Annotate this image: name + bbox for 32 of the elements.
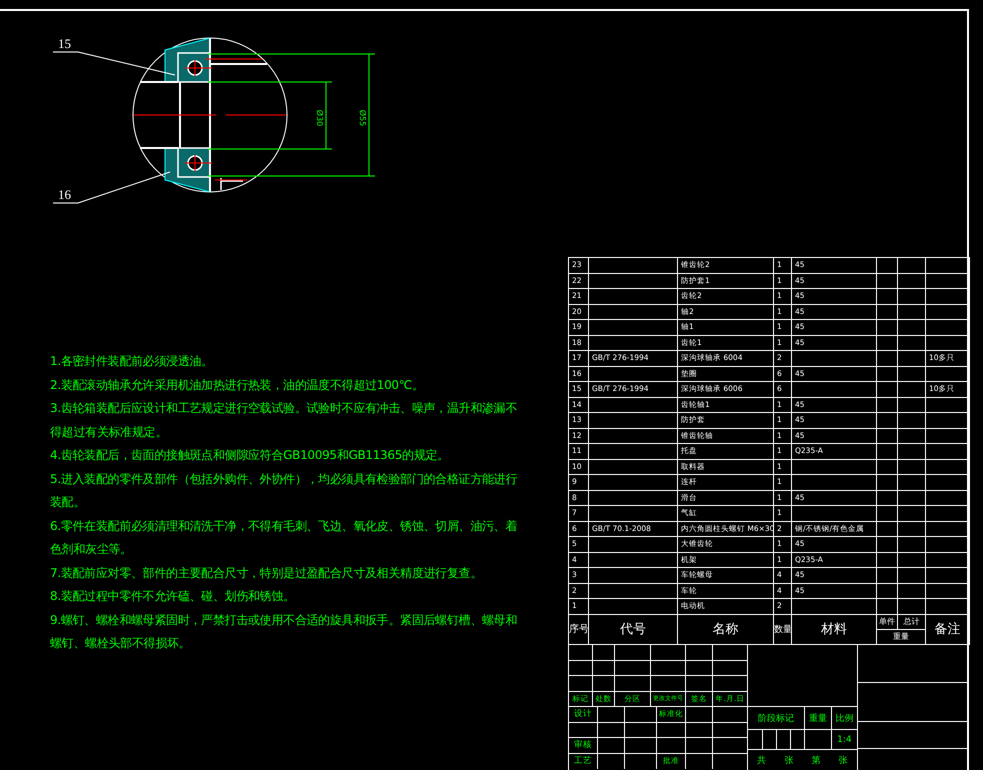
column-header: 名称 xyxy=(678,614,774,644)
column-header: 单件 xyxy=(876,614,898,629)
technical-requirement: 6.零件在装配前必须清理和清洗干净，不得有毛刺、飞边、氧化皮、锈蚀、切屑、油污、着色剂和灰尘等。 xyxy=(50,518,518,558)
technical-requirement: 3.齿轮箱装配后应设计和工艺规定进行空载试验。试验时不应有冲击、噪声，温升和渗漏不得超过有关标准规定。 xyxy=(50,400,518,440)
dimension-label: Ø30 xyxy=(315,110,324,126)
table-cell: 设计 xyxy=(569,707,598,722)
sheet-label: 张 xyxy=(838,754,848,766)
sheet-label: 张 xyxy=(784,754,794,766)
column-header: 数量 xyxy=(774,614,792,644)
column-header: 总计 xyxy=(898,614,926,629)
technical-requirement: 5.进入装配的零件及部件（包括外购件、外协件），均必须具有检验部门的合格证方能进行装配。 xyxy=(50,470,518,511)
technical-requirement: 4.齿轮装配后，齿面的接触斑点和侧隙应符合GB10095和GB11365的规定。 xyxy=(50,447,450,464)
column-header: 备注 xyxy=(926,614,970,644)
technical-requirement: 8.装配过程中零件不允许磕、碰、划伤和锈蚀。 xyxy=(50,588,296,605)
table-cell: 阶段标记 xyxy=(748,707,806,729)
column-header: 代号 xyxy=(588,614,678,644)
table-cell-text: 1:4 xyxy=(836,734,853,746)
table-cell: 工艺 xyxy=(569,754,598,769)
callout-number: 15 xyxy=(58,36,71,51)
sheet-label: 第 xyxy=(811,754,820,766)
table-cell: 重量 xyxy=(805,707,832,729)
sheet-label: 共 xyxy=(757,754,766,766)
table-cell-text: 比例 xyxy=(834,712,854,726)
column-header: 材料 xyxy=(792,614,876,644)
technical-requirement: 7.装配前应对零、部件的主要配合尺寸，特别是过盈配合尺寸及相关精度进行复查。 xyxy=(50,564,484,582)
callout-number: 16 xyxy=(58,187,71,202)
technical-requirement: 9.螺钉、螺栓和螺母紧固时，严禁打击或使用不合适的旋具和扳手。紧固后螺钉槽、螺母和螺钉、螺栓头部不得损坏。 xyxy=(50,612,518,652)
technical-requirement: 1.各密封件装配前必须浸透油。 xyxy=(50,353,214,370)
column-header: 序号 xyxy=(568,614,588,644)
table-cell: 审核 xyxy=(569,738,598,752)
dimension-label: Ø55 xyxy=(358,110,367,126)
technical-requirement: 2.装配滚动轴承允许采用机油加热进行热装，油的温度不得超过100℃。 xyxy=(50,376,425,394)
